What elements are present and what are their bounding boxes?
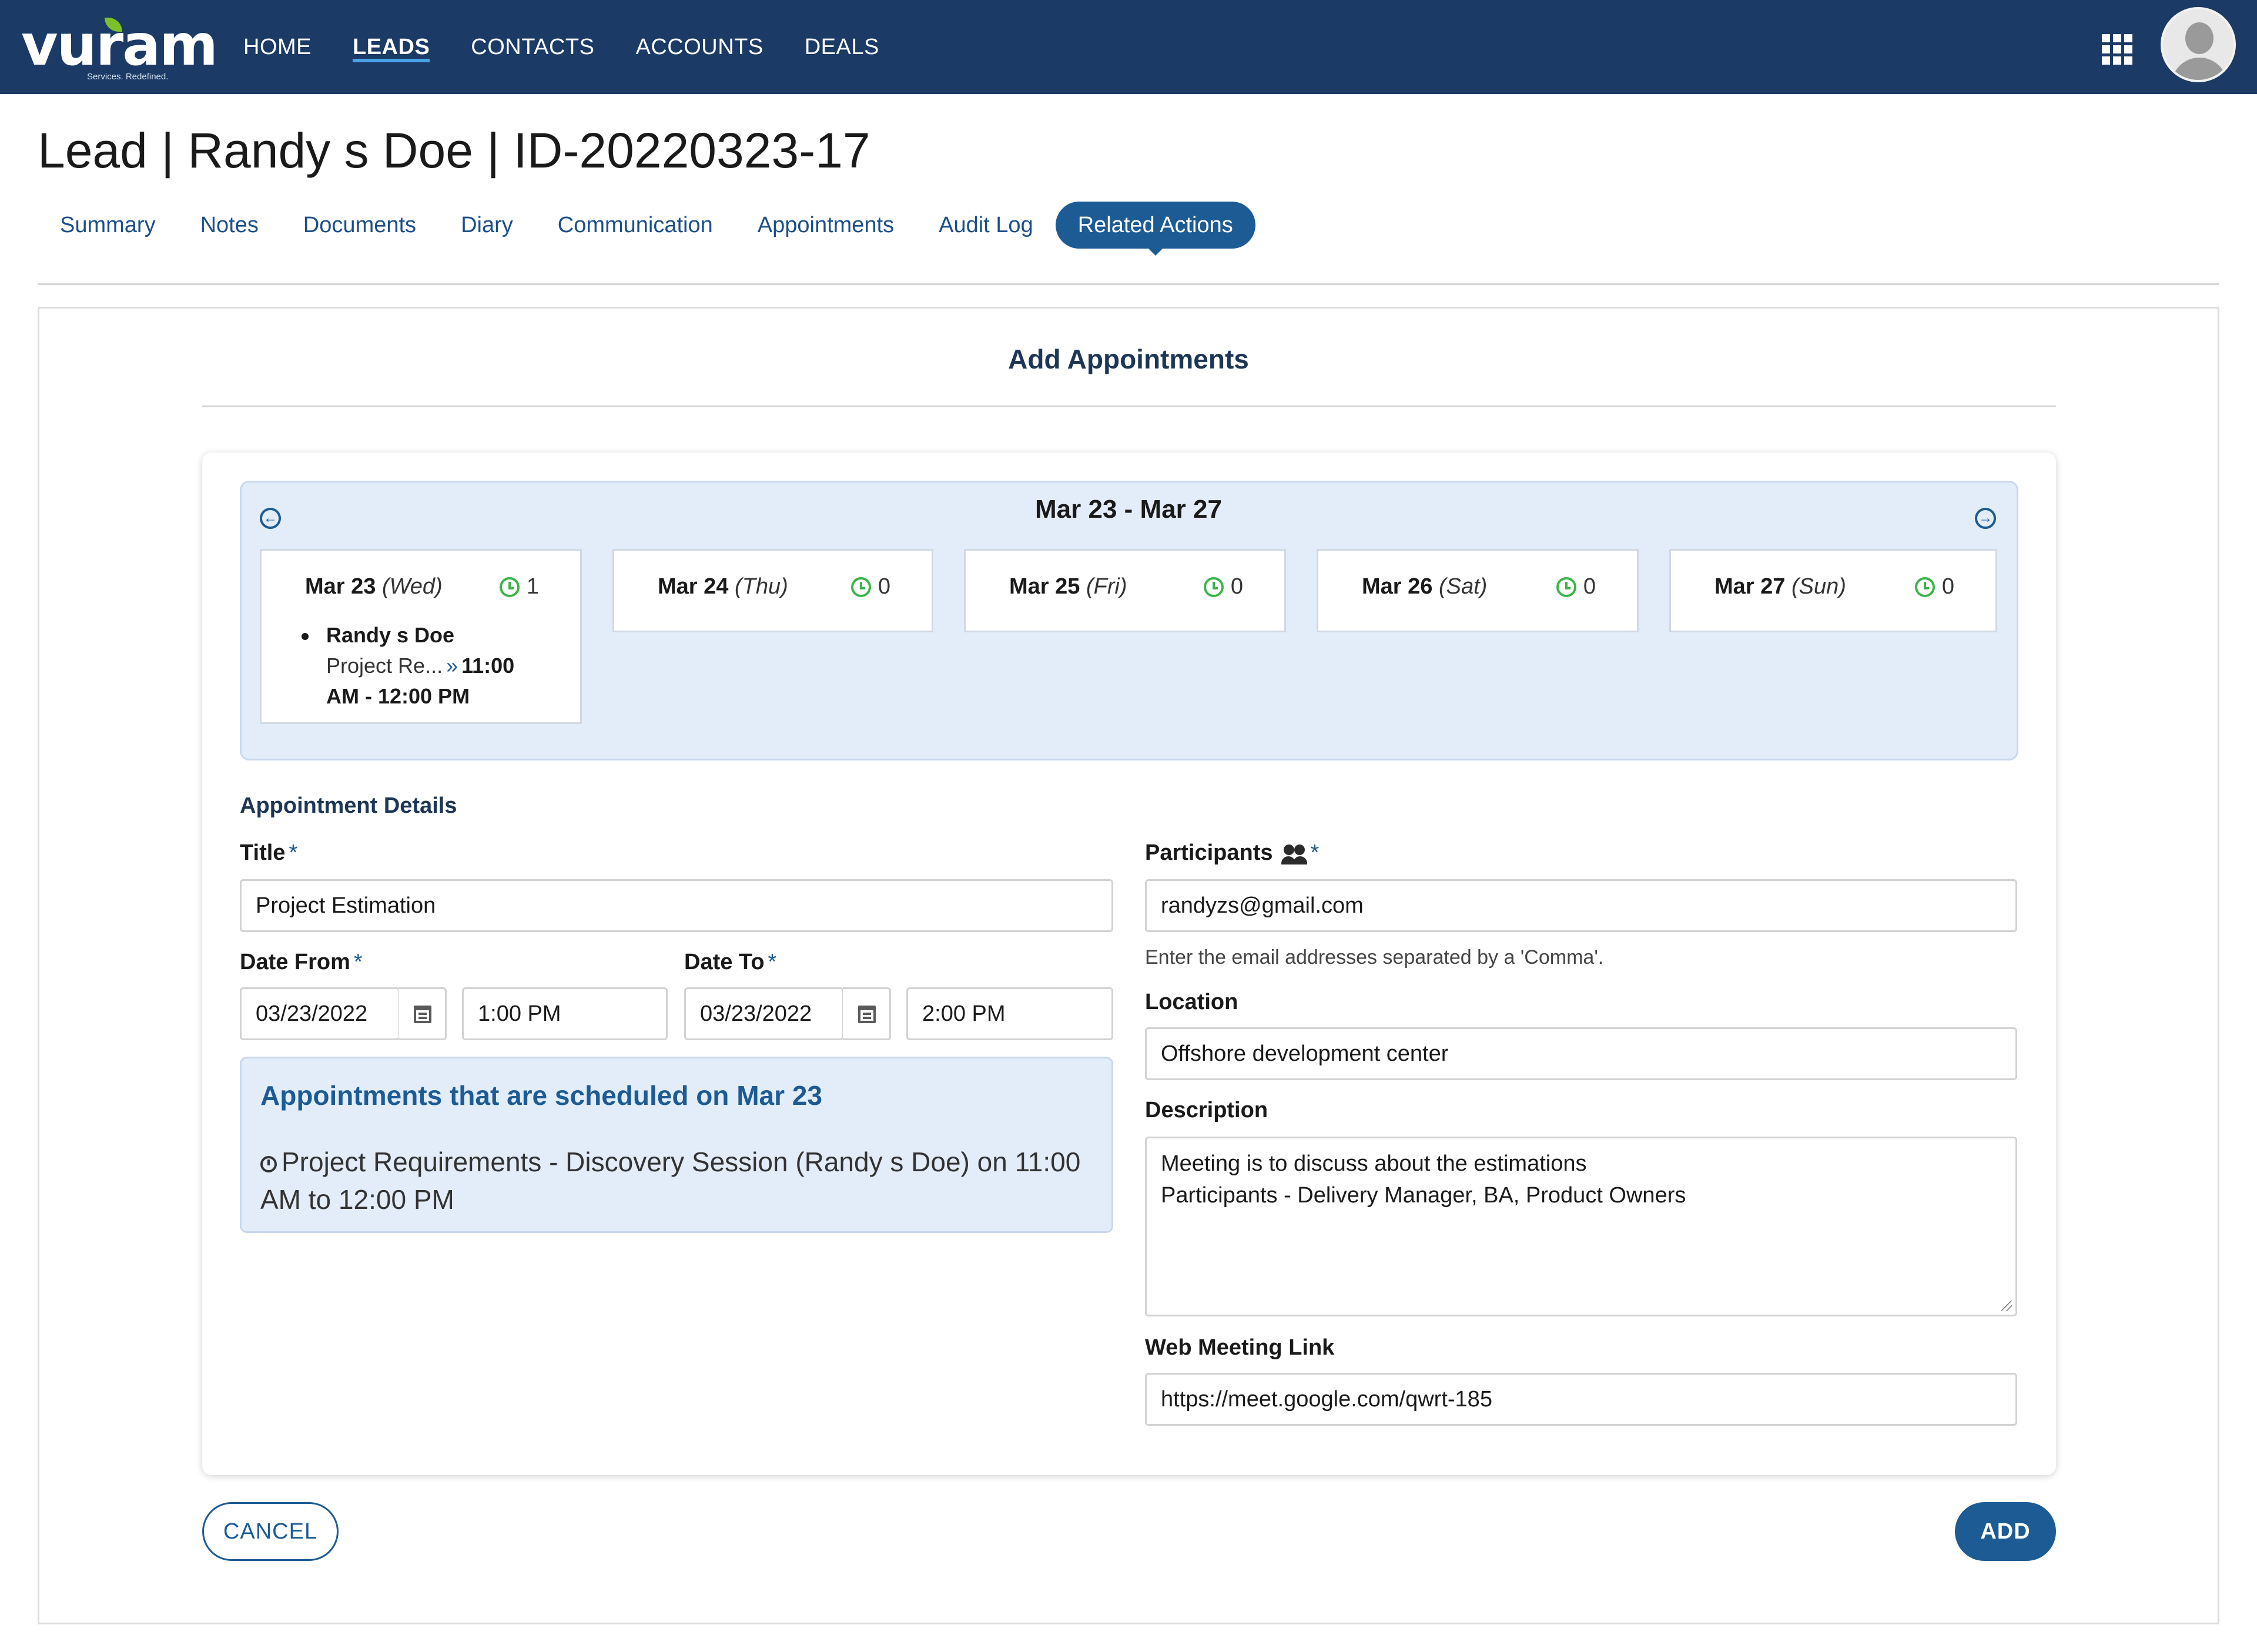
day-date: Mar 25: [1009, 574, 1080, 599]
record-tabs: Summary Notes Documents Diary Communicat…: [38, 200, 1255, 256]
day-card-mar-25[interactable]: Mar 25 (Fri) 0: [964, 549, 1286, 632]
participants-icon: [1281, 843, 1307, 864]
calendar-range: Mar 23 - Mar 27: [1035, 495, 1222, 524]
nav-leads[interactable]: LEADS: [353, 0, 430, 94]
nav-home[interactable]: HOME: [243, 0, 312, 94]
calendar-icon: [858, 1006, 876, 1023]
logo-tagline: Services. Redefined.: [87, 72, 169, 82]
day-of-week: (Sun): [1791, 574, 1846, 599]
resize-grip-icon[interactable]: [2001, 1301, 2012, 1311]
participants-hint: Enter the email addresses separated by a…: [1145, 946, 1604, 969]
clock-icon: [260, 1155, 277, 1172]
main-nav: HOME LEADS CONTACTS ACCOUNTS DEALS: [243, 0, 920, 94]
tab-related-actions[interactable]: Related Actions: [1055, 202, 1255, 256]
clock-icon: [850, 577, 871, 597]
add-button[interactable]: ADD: [1955, 1502, 2056, 1561]
arrow-right-circle-icon[interactable]: →: [1975, 508, 1996, 529]
time-to-input[interactable]: 2:00 PM: [906, 987, 1113, 1040]
tab-diary[interactable]: Diary: [438, 202, 535, 249]
scheduled-item: Project Requirements - Discovery Session…: [260, 1147, 1081, 1215]
date-to-picker-button[interactable]: [843, 987, 891, 1040]
description-line-2: Participants - Delivery Manager, BA, Pro…: [1161, 1183, 1686, 1208]
tab-documents[interactable]: Documents: [281, 202, 438, 249]
day-of-week: (Sat): [1438, 574, 1488, 599]
appointment-details-heading: Appointment Details: [240, 793, 457, 818]
day-of-week: (Thu): [734, 574, 788, 599]
title-label: Title *: [240, 840, 298, 865]
day-date: Mar 24: [658, 574, 729, 599]
top-navbar: vuram Services. Redefined. HOME LEADS CO…: [0, 0, 2257, 94]
cancel-button[interactable]: CANCEL: [202, 1502, 339, 1561]
nav-accounts[interactable]: ACCOUNTS: [635, 0, 763, 94]
scheduled-appointments-panel: Appointments that are scheduled on Mar 2…: [240, 1057, 1113, 1233]
appointment-title: Project Re...: [326, 654, 443, 678]
day-date: Mar 23: [305, 574, 376, 599]
clock-icon: [499, 577, 520, 597]
date-to-label: Date To *: [684, 950, 777, 974]
section-title: Add Appointments: [1008, 344, 1249, 374]
calendar-icon: [414, 1006, 431, 1023]
appointment-start-time: 11:00: [461, 654, 515, 678]
tab-summary[interactable]: Summary: [38, 202, 178, 249]
clock-icon: [1914, 577, 1935, 597]
appointment-count: 1: [526, 574, 539, 599]
participants-input[interactable]: randyzs@gmail.com: [1145, 879, 2017, 932]
scheduled-title: Appointments that are scheduled on Mar 2…: [260, 1080, 822, 1111]
day-card-mar-26[interactable]: Mar 26 (Sat) 0: [1317, 549, 1639, 632]
appointment-count: 0: [1583, 574, 1596, 599]
appointment-count: 0: [1941, 574, 1954, 599]
vuram-logo[interactable]: vuram Services. Redefined.: [21, 13, 218, 82]
description-line-1: Meeting is to discuss about the estimati…: [1161, 1151, 1587, 1176]
nav-deals[interactable]: DEALS: [805, 0, 879, 94]
date-to-input[interactable]: 03/23/2022: [684, 987, 844, 1040]
clock-icon: [1203, 577, 1224, 597]
web-meeting-link-label: Web Meeting Link: [1145, 1335, 1335, 1360]
date-from-input[interactable]: 03/23/2022: [240, 987, 400, 1040]
appointment-person: Randy s Doe: [326, 623, 455, 647]
appointment-end-time: AM - 12:00 PM: [326, 684, 470, 708]
user-avatar-icon[interactable]: [2161, 7, 2236, 82]
day-of-week: (Wed): [381, 574, 443, 599]
nav-contacts[interactable]: CONTACTS: [471, 0, 594, 94]
description-label: Description: [1145, 1098, 1268, 1122]
date-from-label: Date From *: [240, 950, 363, 974]
day-card-mar-27[interactable]: Mar 27 (Sun) 0: [1669, 549, 1997, 632]
day-card-mar-24[interactable]: Mar 24 (Thu) 0: [612, 549, 933, 632]
tab-appointments[interactable]: Appointments: [735, 202, 916, 249]
day-date: Mar 26: [1362, 574, 1433, 599]
tab-audit-log[interactable]: Audit Log: [916, 202, 1056, 249]
tab-communication[interactable]: Communication: [535, 202, 735, 249]
bullet: [302, 633, 309, 640]
location-label: Location: [1145, 990, 1238, 1014]
time-from-input[interactable]: 1:00 PM: [462, 987, 668, 1040]
day-of-week: (Fri): [1086, 574, 1127, 599]
date-from-picker-button[interactable]: [399, 987, 447, 1040]
grid-apps-icon[interactable]: [2102, 34, 2135, 65]
title-input[interactable]: Project Estimation: [240, 879, 1113, 932]
appointment-count: 0: [878, 574, 890, 599]
arrow-left-circle-icon[interactable]: ←: [260, 508, 281, 529]
tabs-divider: [38, 283, 2219, 285]
double-chevron-right-icon: »: [446, 654, 458, 678]
location-input[interactable]: Offshore development center: [1145, 1027, 2017, 1080]
web-meeting-link-input[interactable]: https://meet.google.com/qwrt-185: [1145, 1373, 2017, 1426]
participants-label: Participants *: [1145, 840, 1320, 865]
page-title: Lead | Randy s Doe | ID-20220323-17: [38, 123, 870, 178]
tab-notes[interactable]: Notes: [178, 202, 281, 249]
description-textarea[interactable]: Meeting is to discuss about the estimati…: [1145, 1137, 2017, 1316]
day-card-mar-23[interactable]: Mar 23 (Wed) 1 Randy s Doe Project Re...…: [260, 549, 582, 724]
clock-icon: [1556, 577, 1576, 597]
appointment-count: 0: [1230, 574, 1243, 599]
section-divider: [202, 406, 2056, 407]
day-date: Mar 27: [1714, 574, 1786, 599]
